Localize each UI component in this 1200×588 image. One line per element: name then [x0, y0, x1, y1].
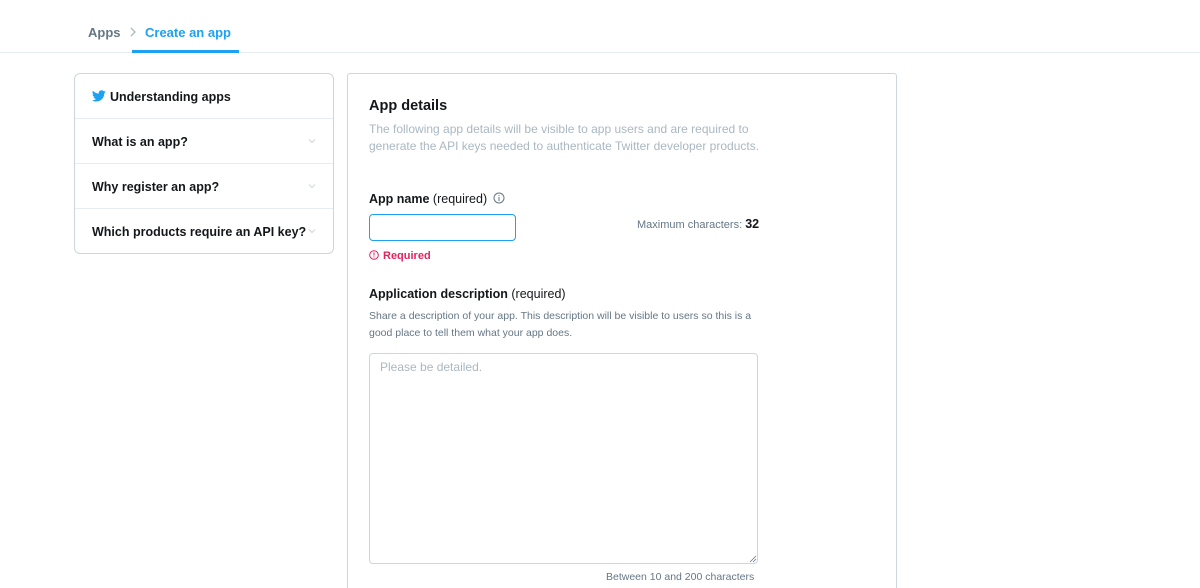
twitter-bird-icon	[92, 90, 106, 102]
app-name-label-text: App name	[369, 192, 430, 206]
app-name-label: App name (required)	[369, 192, 487, 206]
breadcrumb-bar: Apps Create an app	[0, 0, 1200, 53]
info-icon[interactable]	[493, 192, 505, 204]
sidebar-item-what-is-an-app[interactable]: What is an app?	[75, 119, 333, 164]
breadcrumb-apps-link[interactable]: Apps	[88, 25, 121, 40]
sidebar-item-label: Understanding apps	[110, 90, 231, 104]
app-description-limit: Between 10 and 200 characters	[606, 571, 755, 583]
app-description-textarea[interactable]	[369, 353, 758, 564]
app-description-help: Share a description of your app. This de…	[369, 310, 752, 339]
sidebar-item-which-products[interactable]: Which products require an API key?	[75, 209, 333, 254]
sidebar-item-why-register[interactable]: Why register an app?	[75, 164, 333, 209]
alert-circle-icon	[369, 250, 379, 260]
app-name-required-note: (required)	[432, 192, 488, 206]
chevron-down-icon	[308, 139, 316, 144]
app-name-error: Required	[369, 250, 431, 262]
sidebar-item-understanding-apps[interactable]: Understanding apps	[75, 74, 333, 119]
sidebar-item-label: Which products require an API key?	[92, 225, 307, 239]
sidebar-help-panel: Understanding apps What is an app? Why r…	[74, 73, 334, 254]
active-tab-indicator	[132, 50, 239, 53]
app-details-form: App details The following app details wi…	[347, 73, 897, 588]
chevron-right-icon	[130, 27, 136, 37]
app-name-error-text: Required	[383, 250, 431, 262]
app-description-label: Application description (required)	[369, 287, 566, 301]
max-characters-label: Maximum characters:	[637, 219, 743, 231]
breadcrumb-create-app[interactable]: Create an app	[145, 25, 231, 40]
sidebar-item-label: What is an app?	[92, 135, 188, 149]
max-characters-value: 32	[745, 217, 760, 231]
chevron-down-icon	[308, 229, 316, 234]
app-name-input[interactable]	[369, 214, 516, 241]
max-characters: Maximum characters: 32	[637, 217, 759, 231]
app-description-required-note: (required)	[511, 287, 566, 301]
resize-handle-icon[interactable]	[749, 555, 757, 563]
app-description-label-text: Application description	[369, 287, 508, 301]
section-description: The following app details will be visibl…	[369, 122, 760, 153]
section-title: App details	[369, 98, 448, 114]
sidebar-item-label: Why register an app?	[92, 180, 220, 194]
chevron-down-icon	[308, 184, 316, 189]
